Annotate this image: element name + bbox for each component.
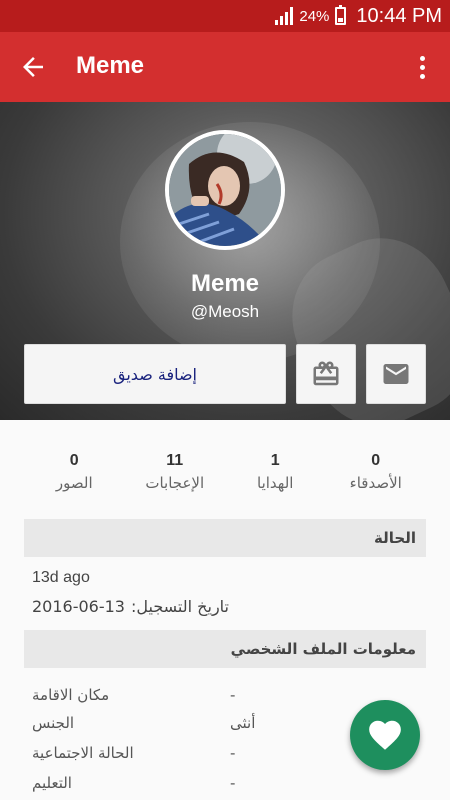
stat-value: 1 — [270, 452, 280, 469]
stat-value: 11 — [166, 452, 184, 469]
more-vert-icon — [419, 55, 425, 61]
info-label: التعليم — [32, 774, 72, 792]
signal-icon — [275, 7, 294, 25]
more-options-button[interactable] — [412, 52, 432, 82]
add-friend-label: إضافة صديق — [113, 364, 197, 384]
profile-stats: 0 الصور 11 الإعجابات 1 الهدايا 0 الأصدقا… — [24, 452, 426, 502]
status-section-header: الحالة — [24, 519, 426, 557]
stat-friends[interactable]: 0 الأصدقاء — [326, 452, 427, 502]
stat-value: 0 — [371, 452, 381, 469]
profile-cover: Meme @Meosh إضافة صديق — [0, 102, 450, 420]
page-title: Meme — [76, 52, 145, 79]
info-label: مكان الاقامة — [32, 686, 110, 704]
send-gift-button[interactable] — [296, 344, 356, 404]
add-friend-button[interactable]: إضافة صديق — [24, 344, 286, 404]
mail-icon — [383, 364, 409, 384]
info-value: - — [230, 774, 236, 792]
status-text: 13d ago — [32, 569, 90, 586]
registration-date-value: 2016-06-13 — [32, 597, 125, 616]
like-fab-button[interactable] — [350, 700, 420, 770]
stat-photos[interactable]: 0 الصور — [24, 452, 125, 502]
gift-icon — [313, 361, 339, 386]
stat-label: الأصدقاء — [349, 474, 402, 492]
info-value: - — [230, 744, 236, 762]
arrow-back-icon — [23, 57, 43, 77]
stat-label: الهدايا — [257, 474, 294, 492]
app-bar: Meme — [0, 32, 450, 102]
registration-date-label: تاريخ التسجيل: — [130, 597, 229, 616]
profile-name: Meme — [190, 270, 260, 297]
avatar[interactable] — [165, 130, 285, 250]
stat-gifts[interactable]: 1 الهدايا — [225, 452, 326, 502]
profile-handle: @Meosh — [190, 302, 260, 321]
registration-date: 2016-06-13 تاريخ التسجيل: — [32, 597, 229, 616]
stat-likes[interactable]: 11 الإعجابات — [125, 452, 226, 502]
battery-icon — [335, 5, 347, 25]
info-value: أنثى — [230, 714, 256, 732]
info-label: الحالة الاجتماعية — [32, 744, 134, 762]
stat-value: 0 — [69, 452, 79, 469]
info-label: الجنس — [32, 714, 75, 732]
send-message-button[interactable] — [366, 344, 426, 404]
back-button[interactable] — [18, 52, 48, 82]
stat-label: الإعجابات — [145, 474, 205, 492]
info-value: - — [230, 686, 236, 704]
info-row-education: التعليم - — [32, 774, 412, 800]
status-bar: 24% 10:44 PM — [0, 0, 450, 32]
profile-info-header: معلومات الملف الشخصي — [24, 630, 426, 668]
stat-label: الصور — [55, 474, 93, 492]
info-row-residence: مكان الاقامة - — [32, 686, 412, 714]
clock: 10:44 PM — [356, 4, 442, 27]
heart-icon — [369, 720, 401, 750]
avatar-image — [169, 134, 281, 246]
battery-percentage: 24% — [299, 7, 330, 25]
status-indicators: 24% 10:44 PM — [275, 0, 442, 32]
